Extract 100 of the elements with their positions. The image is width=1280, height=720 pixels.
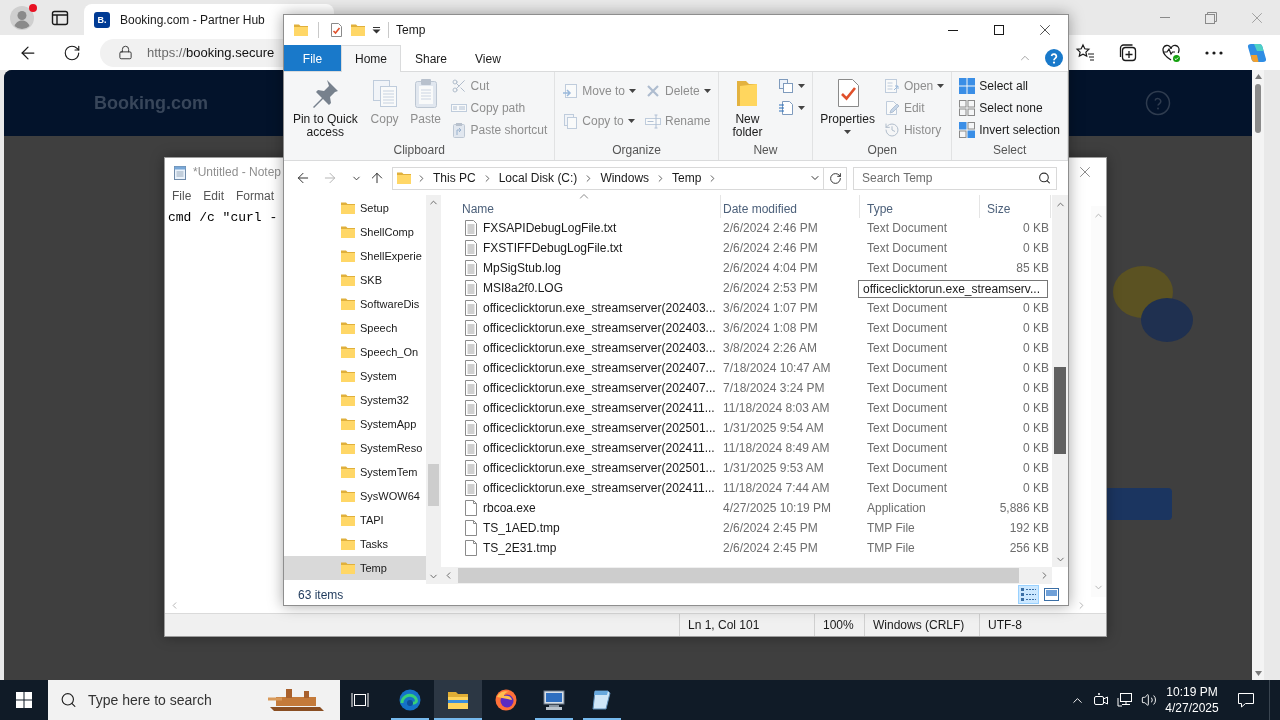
file-name: MpSigStub.log (483, 261, 562, 275)
folder-item[interactable]: ShellComp (284, 220, 426, 244)
ribbon-command[interactable]: Pin to Quick access (288, 75, 363, 139)
ribbon-command[interactable]: Select all (956, 75, 1063, 97)
folder-item[interactable]: SoftwareDis (284, 292, 426, 316)
move-to-icon (562, 83, 579, 99)
folder-icon (340, 440, 356, 456)
collections-icon (1118, 42, 1138, 63)
help-button[interactable] (1045, 49, 1063, 67)
notification-icon (1237, 691, 1255, 709)
file-name: officeclicktorun.exe_streamserver(202411... (483, 401, 715, 415)
folder-icon (340, 272, 356, 288)
column-header[interactable]: Size (980, 195, 1051, 218)
folder-item[interactable]: Temp (284, 556, 426, 580)
folder-icon (340, 248, 356, 264)
breadcrumb[interactable]: Local Disk (C:) (496, 171, 580, 185)
large-icons-view-icon (1044, 588, 1059, 601)
breadcrumb[interactable]: Temp (670, 171, 704, 185)
folder-item[interactable]: Speech (284, 316, 426, 340)
date-modified: 1/31/2025 9:53 AM (723, 461, 824, 475)
search-field[interactable]: Search Temp (853, 166, 1057, 190)
document-icon (465, 440, 477, 456)
select-none-icon (959, 100, 976, 116)
ribbon-tab[interactable]: Home (341, 45, 401, 72)
file-name: FXSAPIDebugLogFile.txt (483, 221, 617, 235)
ribbon-tab[interactable]: File (284, 45, 341, 71)
ribbon-command[interactable]: New folder (722, 75, 773, 139)
clock-time: 10:19 PM (1166, 685, 1218, 699)
column-header[interactable]: Date modified (721, 195, 860, 218)
folder-item[interactable]: Tasks (284, 532, 426, 556)
view-button[interactable] (1018, 585, 1039, 604)
heartbeat-icon (1161, 42, 1181, 63)
folder-item[interactable]: SystemApp (284, 412, 426, 436)
date-modified: 2/6/2024 2:45 PM (723, 541, 818, 555)
ribbon-command[interactable]: Select none (956, 97, 1063, 119)
swirl-icon (398, 688, 422, 712)
date-modified: 2/6/2024 2:53 PM (723, 281, 818, 295)
file-name: FXSTIFFDebugLogFile.txt (483, 241, 623, 255)
file-type: Text Document (867, 321, 948, 335)
ribbon-command[interactable]: Properties (817, 75, 878, 134)
file-name: officeclicktorun.exe_streamserver(202403... (483, 321, 716, 335)
ribbon-command[interactable]: Invert selection (956, 119, 1063, 141)
file-size: 0 KB (1023, 241, 1049, 255)
date-modified: 7/18/2024 10:47 AM (723, 361, 831, 375)
file-name: rbcoa.exe (483, 501, 536, 515)
folder-item[interactable]: ShellExperie (284, 244, 426, 268)
file-type: TMP File (867, 521, 915, 535)
folder-icon (340, 344, 356, 360)
file-type: TMP File (867, 541, 915, 555)
folder-item[interactable]: Setup (284, 196, 426, 220)
folder-icon (293, 22, 309, 38)
search-icon (60, 691, 77, 709)
window-title: *Untitled - Notep (193, 165, 282, 179)
folder-item[interactable]: Speech_On (284, 340, 426, 364)
folder-icon (340, 416, 356, 432)
folder-item[interactable]: System (284, 364, 426, 388)
breadcrumb[interactable]: Windows (598, 171, 652, 185)
search-field[interactable]: Type here to search (48, 680, 340, 720)
menu-item[interactable]: File (166, 186, 198, 206)
status-text: Windows (CRLF) (864, 614, 979, 636)
file-name: officeclicktorun.exe_streamserver(202407... (483, 361, 716, 375)
menu-item[interactable]: Edit (197, 186, 231, 206)
view-button[interactable] (1041, 585, 1062, 604)
document-icon (465, 320, 477, 336)
folder-icon (340, 368, 356, 384)
breadcrumb[interactable]: This PC (431, 171, 478, 185)
document-icon (465, 360, 477, 376)
ribbon-tab[interactable]: View (461, 45, 515, 71)
camera-icon (1093, 692, 1109, 708)
column-header[interactable]: Type (860, 195, 980, 218)
file-type: Text Document (867, 341, 948, 355)
folder-icon (340, 320, 356, 336)
file-size: 0 KB (1023, 381, 1049, 395)
folder-item[interactable]: System32 (284, 388, 426, 412)
clock[interactable]: 10:19 PM 4/27/2025 (1161, 680, 1223, 720)
refresh-button[interactable] (824, 166, 847, 190)
date-modified: 2/6/2024 2:46 PM (723, 241, 818, 255)
date-modified: 3/6/2024 1:08 PM (723, 321, 818, 335)
file-size: 0 KB (1023, 481, 1049, 495)
folder-item[interactable]: TAPI (284, 508, 426, 532)
folder-item[interactable]: SystemTem (284, 460, 426, 484)
taskbar-app-button[interactable] (434, 680, 482, 720)
document-icon (465, 300, 477, 316)
clock-date: 4/27/2025 (1165, 701, 1219, 715)
status-text: 100% (814, 614, 864, 636)
back-icon (295, 170, 311, 186)
menu-item[interactable]: Format (230, 186, 281, 206)
address-field[interactable]: https://booking.secure (100, 38, 283, 67)
maximize-icon (994, 25, 1004, 35)
folder-item[interactable]: SystemReso (284, 436, 426, 460)
document-icon (465, 260, 477, 276)
document-icon (465, 280, 477, 296)
folder-item[interactable]: SKB (284, 268, 426, 292)
notebook-icon (778, 100, 795, 116)
ribbon-tab[interactable]: Share (401, 45, 462, 71)
column-header[interactable]: Name (448, 195, 721, 218)
address-bar[interactable]: This PC Local Disk (C:) Windows Temp (392, 166, 824, 190)
folder-item[interactable]: SysWOW64 (284, 484, 426, 508)
item-count: 63 items (298, 587, 344, 602)
document-icon (465, 460, 477, 476)
